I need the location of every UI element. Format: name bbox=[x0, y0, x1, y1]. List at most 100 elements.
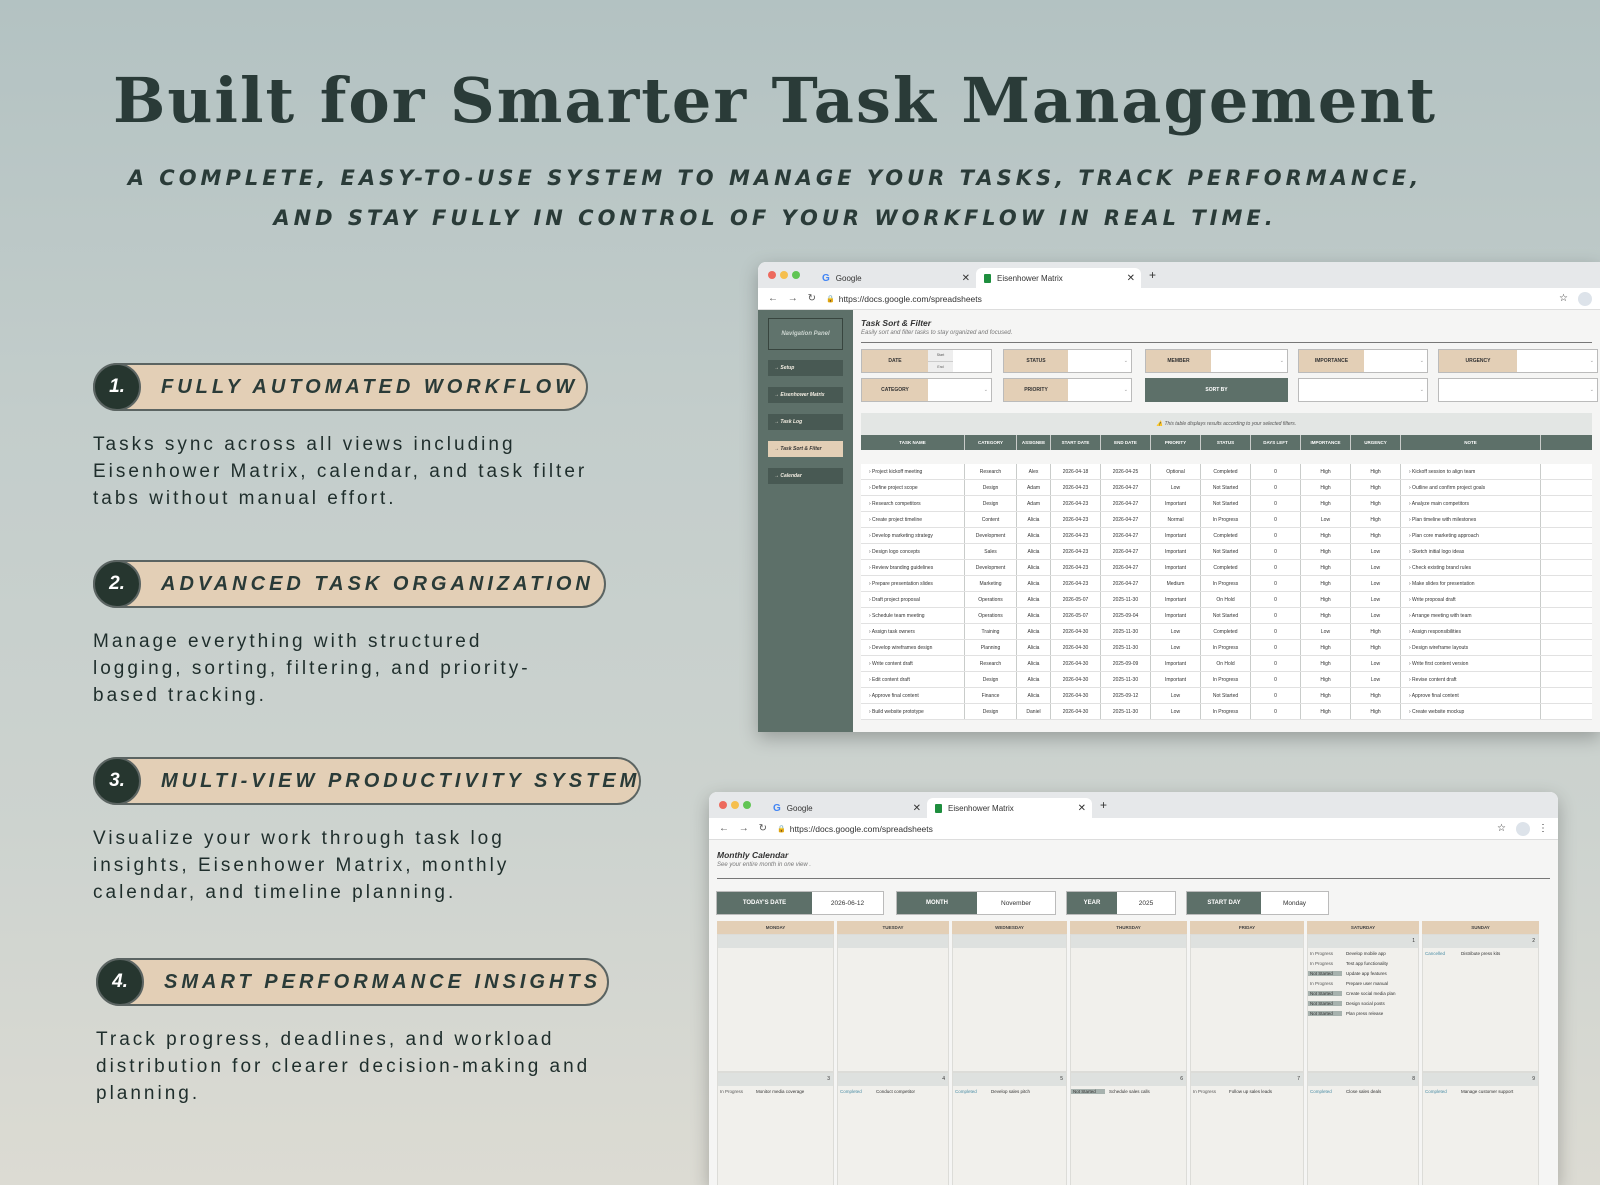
year-field[interactable]: YEAR 2025 bbox=[1066, 891, 1176, 915]
close-tab-icon[interactable]: ✕ bbox=[1078, 803, 1086, 814]
table-row[interactable]: › Edit content draft Design Alicia 2026-04-… bbox=[861, 672, 1592, 688]
table-row[interactable]: › Write content draft Research Alicia 2026-… bbox=[861, 656, 1592, 672]
calendar-event[interactable]: Completed Conduct competitor bbox=[838, 1086, 948, 1096]
minimize-dot-icon[interactable] bbox=[731, 801, 739, 809]
url-input[interactable]: https://docs.google.com/spreadsheets bbox=[839, 294, 982, 304]
calendar-event[interactable]: In Progress Monitor media coverage bbox=[718, 1086, 833, 1096]
table-row[interactable]: › Develop marketing strategy Development A… bbox=[861, 528, 1592, 544]
forward-icon[interactable]: → bbox=[739, 823, 749, 834]
start-day-select[interactable]: START DAY Monday bbox=[1186, 891, 1329, 915]
filter-priority[interactable]: PRIORITY ⌄ bbox=[1003, 378, 1132, 402]
table-row[interactable]: › Prepare presentation slides Marketing Al… bbox=[861, 576, 1592, 592]
table-row[interactable]: › Create project timeline Content Alicia 20… bbox=[861, 512, 1592, 528]
table-cell: Design bbox=[965, 496, 1017, 511]
table-cell: 0 bbox=[1251, 544, 1301, 559]
table-row[interactable]: › Design logo concepts Sales Alicia 2026-04… bbox=[861, 544, 1592, 560]
calendar-day-cell[interactable]: 5 Completed Develop sales pitch bbox=[952, 1072, 1067, 1185]
calendar-event[interactable]: Not Started Update app features bbox=[1308, 968, 1418, 978]
menu-icon[interactable]: ⋮ bbox=[1538, 823, 1548, 834]
tab-google[interactable]: G Google ✕ bbox=[814, 268, 976, 288]
calendar-event[interactable]: Completed Manage customer support bbox=[1423, 1086, 1538, 1096]
calendar-event[interactable]: Not Started Schedule sales calls bbox=[1071, 1086, 1186, 1096]
table-row[interactable]: › Approve final content Finance Alicia 2026… bbox=[861, 688, 1592, 704]
filter-importance[interactable]: IMPORTANCE ⌄ bbox=[1298, 349, 1428, 373]
table-cell: Alicia bbox=[1017, 672, 1051, 687]
tab-google[interactable]: G Google ✕ bbox=[765, 798, 927, 818]
calendar-event[interactable]: Completed Close sales deals bbox=[1308, 1086, 1418, 1096]
calendar-event[interactable]: Cancelled Distribute press kits bbox=[1423, 948, 1538, 958]
filter-status[interactable]: STATUS ⌄ bbox=[1003, 349, 1132, 373]
sort-by-select-1[interactable]: ⌄ bbox=[1298, 378, 1428, 402]
filter-urgency[interactable]: URGENCY ⌄ bbox=[1438, 349, 1598, 373]
url-input[interactable]: https://docs.google.com/spreadsheets bbox=[790, 824, 933, 834]
calendar-day-cell[interactable] bbox=[837, 934, 949, 1072]
maximize-dot-icon[interactable] bbox=[743, 801, 751, 809]
table-row[interactable]: › Build website prototype Design Daniel 202… bbox=[861, 704, 1592, 720]
table-row[interactable]: › Develop wireframes design Planning Alici… bbox=[861, 640, 1592, 656]
month-select[interactable]: MONTH November bbox=[896, 891, 1056, 915]
table-cell: On Hold bbox=[1201, 656, 1251, 671]
sheet-subtitle: See your entire month in one view . bbox=[717, 862, 812, 868]
calendar-day-cell[interactable]: 8 Completed Close sales deals bbox=[1307, 1072, 1419, 1185]
table-cell: In Progress bbox=[1201, 512, 1251, 527]
calendar-event[interactable]: Completed Develop sales pitch bbox=[953, 1086, 1066, 1096]
calendar-event[interactable]: In Progress Test app functionality bbox=[1308, 958, 1418, 968]
calendar-day-cell[interactable] bbox=[952, 934, 1067, 1072]
reload-icon[interactable]: ↻ bbox=[808, 293, 816, 304]
nav-item-setup[interactable]: → Setup bbox=[768, 360, 843, 376]
new-tab-icon[interactable]: + bbox=[1149, 268, 1156, 282]
star-icon[interactable]: ☆ bbox=[1497, 823, 1506, 834]
star-icon[interactable]: ☆ bbox=[1559, 293, 1568, 304]
close-dot-icon[interactable] bbox=[719, 801, 727, 809]
filter-date[interactable]: DATE Start End bbox=[861, 349, 992, 373]
close-tab-icon[interactable]: ✕ bbox=[913, 803, 921, 814]
table-row[interactable]: › Schedule team meeting Operations Alicia 2… bbox=[861, 608, 1592, 624]
filter-member[interactable]: MEMBER ⌄ bbox=[1145, 349, 1288, 373]
maximize-dot-icon[interactable] bbox=[792, 271, 800, 279]
table-row[interactable]: › Define project scope Design Adam 2026-04-… bbox=[861, 480, 1592, 496]
close-tab-icon[interactable]: ✕ bbox=[1127, 273, 1135, 284]
calendar-day-cell[interactable] bbox=[717, 934, 834, 1072]
nav-item-eisenhower-matrix[interactable]: → Eisenhower Matrix bbox=[768, 387, 843, 403]
close-tab-icon[interactable]: ✕ bbox=[962, 273, 970, 284]
forward-icon[interactable]: → bbox=[788, 293, 798, 304]
calendar-event[interactable]: In Progress Develop mobile app bbox=[1308, 948, 1418, 958]
calendar-day-cell[interactable]: 3 In Progress Monitor media coverage bbox=[717, 1072, 834, 1185]
back-icon[interactable]: ← bbox=[719, 823, 729, 834]
calendar-day-cell[interactable]: 9 Completed Manage customer support bbox=[1422, 1072, 1539, 1185]
calendar-event[interactable]: Not Started Plan press release bbox=[1308, 1008, 1418, 1018]
reload-icon[interactable]: ↻ bbox=[759, 823, 767, 834]
calendar-day-cell[interactable]: 6 Not Started Schedule sales calls bbox=[1070, 1072, 1187, 1185]
day-number: 4 bbox=[838, 1073, 948, 1086]
calendar-day-cell[interactable]: 1 In Progress Develop mobile app In Progres… bbox=[1307, 934, 1419, 1072]
table-row[interactable]: › Draft project proposal Operations Alicia… bbox=[861, 592, 1592, 608]
calendar-event[interactable]: Not Started Design social posts bbox=[1308, 998, 1418, 1008]
nav-item-task-log[interactable]: → Task Log bbox=[768, 414, 843, 430]
table-row[interactable]: › Review branding guidelines Development A… bbox=[861, 560, 1592, 576]
calendar-event[interactable]: In Progress Follow up sales leads bbox=[1191, 1086, 1303, 1096]
calendar-event[interactable]: Not Started Create social media plan bbox=[1308, 988, 1418, 998]
table-cell: Important bbox=[1151, 592, 1201, 607]
profile-icon[interactable] bbox=[1578, 291, 1592, 306]
table-row[interactable]: › Assign task owners Training Alicia 2026-0… bbox=[861, 624, 1592, 640]
new-tab-icon[interactable]: + bbox=[1100, 798, 1107, 812]
sort-by-select-2[interactable]: ⌄ bbox=[1438, 378, 1598, 402]
tab-eisenhower[interactable]: Eisenhower Matrix ✕ bbox=[976, 268, 1141, 288]
nav-item-calendar[interactable]: → Calendar bbox=[768, 468, 843, 484]
calendar-day-cell[interactable]: 7 In Progress Follow up sales leads bbox=[1190, 1072, 1304, 1185]
calendar-day-cell[interactable]: 4 Completed Conduct competitor bbox=[837, 1072, 949, 1185]
filter-category[interactable]: CATEGORY ⌄ bbox=[861, 378, 992, 402]
calendar-day-cell[interactable] bbox=[1190, 934, 1304, 1072]
minimize-dot-icon[interactable] bbox=[780, 271, 788, 279]
calendar-day-cell[interactable]: 2 Cancelled Distribute press kits bbox=[1422, 934, 1539, 1072]
table-cell: High bbox=[1351, 496, 1401, 511]
back-icon[interactable]: ← bbox=[768, 293, 778, 304]
tab-eisenhower[interactable]: Eisenhower Matrix ✕ bbox=[927, 798, 1092, 818]
table-row[interactable]: › Research competitors Design Adam 2026-04-… bbox=[861, 496, 1592, 512]
close-dot-icon[interactable] bbox=[768, 271, 776, 279]
calendar-day-cell[interactable] bbox=[1070, 934, 1187, 1072]
profile-icon[interactable] bbox=[1516, 821, 1530, 836]
calendar-event[interactable]: In Progress Prepare user manual bbox=[1308, 978, 1418, 988]
table-row[interactable]: › Project kickoff meeting Research Alex 202… bbox=[861, 464, 1592, 480]
nav-item-task-sort-filter[interactable]: → Task Sort & Filter bbox=[768, 441, 843, 457]
